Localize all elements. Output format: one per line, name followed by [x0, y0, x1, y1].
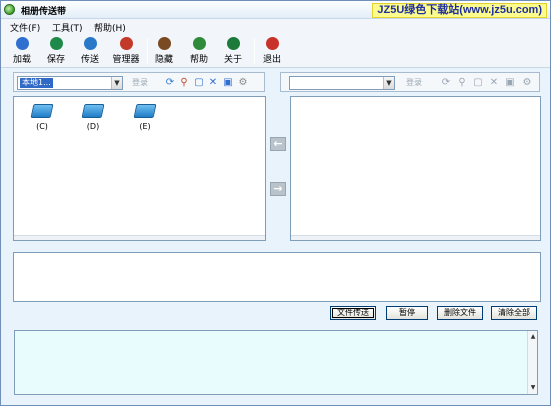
scroll-up-icon[interactable]: ▲	[529, 333, 537, 341]
menu-tools[interactable]: 工具(T)	[52, 21, 83, 34]
help-button[interactable]: 帮助	[181, 36, 217, 66]
local-path-bar: 本地1... ▼ 登录 ⟳ ⚲ ▢ ✕ ▣ ⚙	[13, 72, 265, 92]
local-login-button[interactable]: 登录	[132, 77, 148, 88]
chevron-down-icon[interactable]: ▼	[383, 77, 394, 89]
hard-drive-icon	[81, 104, 105, 118]
send-files-button[interactable]: 文件传送	[330, 306, 376, 320]
toolbar: 加载 保存 传送 管理器 隐藏 帮助 关于 退出	[1, 34, 550, 68]
folder-icon[interactable]: ▣	[505, 78, 515, 88]
arrow-left-icon[interactable]: ←	[270, 137, 286, 151]
scroll-down-icon[interactable]: ▼	[529, 384, 537, 392]
send-icon	[83, 37, 97, 50]
drive-label: (D)	[86, 122, 100, 131]
save-button[interactable]: 保存	[38, 36, 74, 66]
watermark-banner: JZ5U绿色下载站(www.jz5u.com)	[372, 3, 547, 18]
help-icon	[192, 37, 206, 50]
delete-icon[interactable]: ✕	[208, 78, 218, 88]
hard-drive-icon	[133, 104, 157, 118]
app-window: 相册传送带 JZ5U绿色下载站(www.jz5u.com) 文件(F) 工具(T…	[0, 0, 551, 406]
transfer-column: ← →	[267, 97, 289, 240]
exit-button[interactable]: 退出	[254, 36, 290, 66]
menu-help[interactable]: 帮助(H)	[94, 21, 126, 34]
hard-drive-icon	[30, 104, 54, 118]
new-file-icon[interactable]: ▢	[194, 78, 204, 88]
drive-label: (E)	[139, 122, 151, 131]
load-icon	[15, 37, 29, 50]
chevron-down-icon[interactable]: ▼	[111, 77, 122, 89]
menu-bar: 文件(F) 工具(T) 帮助(H)	[1, 19, 550, 34]
vertical-scrollbar[interactable]: ▲ ▼	[527, 331, 537, 394]
about-label: 关于	[223, 55, 242, 65]
clear-all-button[interactable]: 清除全部	[491, 306, 537, 320]
load-button[interactable]: 加载	[4, 36, 40, 66]
exit-label: 退出	[262, 55, 281, 65]
drive-c[interactable]: (C)	[30, 104, 54, 131]
folder-icon[interactable]: ▣	[223, 78, 233, 88]
save-icon	[49, 37, 63, 50]
arrow-right-icon[interactable]: →	[270, 182, 286, 196]
remote-path-bar: ▼ 登录 ⟳ ⚲ ▢ ✕ ▣ ⚙	[280, 72, 540, 92]
transfer-queue-list[interactable]	[13, 252, 541, 302]
drive-d[interactable]: (D)	[81, 104, 105, 131]
window-title: 相册传送带	[21, 7, 67, 17]
hide-button[interactable]: 隐藏	[146, 36, 182, 66]
drive-e[interactable]: (E)	[133, 104, 157, 131]
settings-icon[interactable]: ⚙	[522, 78, 532, 88]
settings-icon[interactable]: ⚙	[238, 78, 248, 88]
help-label: 帮助	[189, 55, 208, 65]
remote-path-combo[interactable]: ▼	[289, 76, 395, 90]
hide-label: 隐藏	[154, 55, 173, 65]
exit-icon	[265, 37, 279, 50]
horizontal-scrollbar[interactable]	[14, 235, 265, 240]
local-path-value: 本地1...	[20, 78, 53, 88]
refresh-icon[interactable]: ⟳	[441, 78, 451, 88]
manager-button[interactable]: 管理器	[107, 36, 145, 66]
horizontal-scrollbar[interactable]	[291, 235, 540, 240]
menu-file[interactable]: 文件(F)	[10, 21, 40, 34]
delete-files-button[interactable]: 删除文件	[437, 306, 483, 320]
local-path-combo[interactable]: 本地1... ▼	[17, 76, 123, 90]
about-button[interactable]: 关于	[215, 36, 251, 66]
load-label: 加载	[12, 55, 31, 65]
manager-icon	[119, 37, 133, 50]
search-icon[interactable]: ⚲	[457, 78, 467, 88]
about-icon	[226, 37, 240, 50]
send-button[interactable]: 传送	[72, 36, 108, 66]
pause-button[interactable]: 暂停	[386, 306, 428, 320]
delete-icon[interactable]: ✕	[489, 78, 499, 88]
remote-file-pane[interactable]	[290, 96, 541, 241]
drive-label: (C)	[36, 122, 48, 131]
new-file-icon[interactable]: ▢	[473, 78, 483, 88]
hide-icon	[157, 37, 171, 50]
local-file-pane[interactable]: (C) (D) (E)	[13, 96, 266, 241]
app-logo-icon	[4, 4, 15, 15]
search-icon[interactable]: ⚲	[179, 78, 189, 88]
manager-label: 管理器	[112, 55, 140, 65]
send-label: 传送	[80, 55, 99, 65]
title-bar: 相册传送带 JZ5U绿色下载站(www.jz5u.com)	[1, 1, 550, 19]
save-label: 保存	[46, 55, 65, 65]
remote-login-button[interactable]: 登录	[406, 77, 422, 88]
remote-path-value	[292, 78, 296, 88]
log-textarea[interactable]: ▲ ▼	[14, 330, 538, 395]
refresh-icon[interactable]: ⟳	[165, 78, 175, 88]
